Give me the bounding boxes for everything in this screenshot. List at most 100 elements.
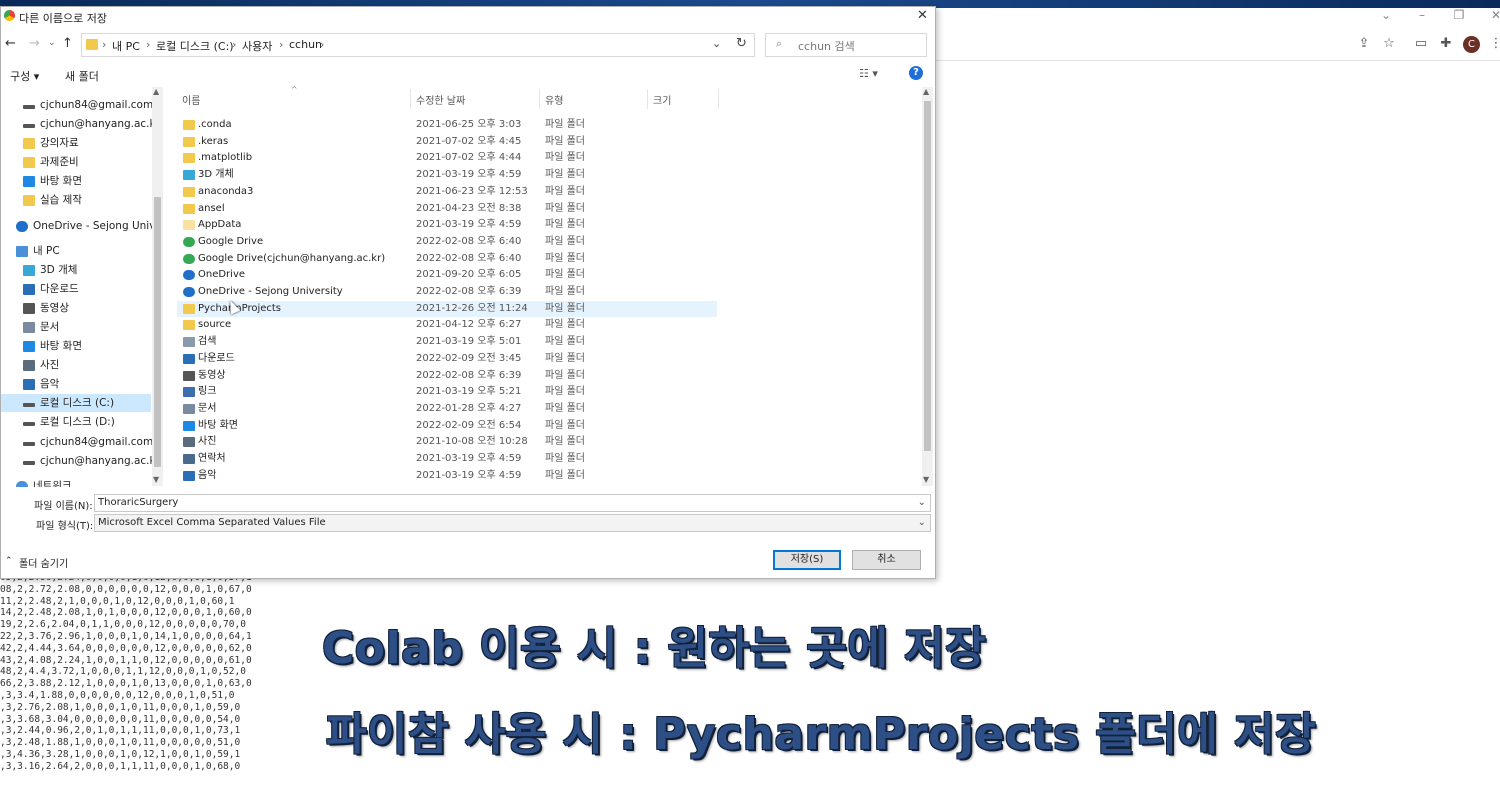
breadcrumb-segment[interactable]: cchun xyxy=(289,38,322,51)
file-row[interactable]: 다운로드 2022-02-09 오전 3:45 파일 폴더 xyxy=(177,351,717,367)
breadcrumb-segment[interactable]: 로컬 디스크 (C:) xyxy=(156,38,234,54)
nav-item[interactable]: 동영상 xyxy=(23,299,69,317)
save-button[interactable]: 저장(S) xyxy=(773,550,841,570)
new-folder-button[interactable]: 새 폴더 xyxy=(65,68,99,84)
file-row[interactable]: ansel 2021-04-23 오전 8:38 파일 폴더 xyxy=(177,201,717,217)
file-row[interactable]: .conda 2021-06-25 오후 3:03 파일 폴더 xyxy=(177,117,717,133)
file-row[interactable]: source 2021-04-12 오후 6:27 파일 폴더 xyxy=(177,317,717,333)
nav-item[interactable]: 문서 xyxy=(23,318,59,336)
file-scroll-down-icon[interactable]: ▼ xyxy=(923,475,929,484)
file-row[interactable]: anaconda3 2021-06-23 오후 12:53 파일 폴더 xyxy=(177,184,717,200)
nav-item[interactable]: 사진 xyxy=(23,356,59,374)
csv-line: ,3,2.48,1.88,1,0,0,0,1,0,11,0,0,0,0,0,51… xyxy=(0,737,241,749)
filetype-select[interactable]: Microsoft Excel Comma Separated Values F… xyxy=(94,514,931,532)
file-row[interactable]: 연락처 2021-03-19 오후 4:59 파일 폴더 xyxy=(177,451,717,467)
filename-dropdown-icon[interactable]: ⌄ xyxy=(918,495,926,511)
file-row[interactable]: OneDrive 2021-09-20 오후 6:05 파일 폴더 xyxy=(177,267,717,283)
breadcrumb-segment[interactable]: 사용자 xyxy=(242,38,272,54)
dialog-close-icon[interactable]: ✕ xyxy=(917,8,928,23)
file-row[interactable]: .matplotlib 2021-07-02 오후 4:44 파일 폴더 xyxy=(177,150,717,166)
nav-item[interactable]: cjchun84@gmail.com - G xyxy=(23,433,163,451)
nav-scrollbar[interactable]: ▲ ▼ xyxy=(152,87,163,486)
filename-input[interactable]: ThoraricSurgery ⌄ xyxy=(94,494,931,512)
browser-minimize-icon[interactable]: – xyxy=(1410,8,1434,22)
nav-item[interactable]: 음악 xyxy=(23,375,59,393)
file-row[interactable]: 바탕 화면 2022-02-09 오전 6:54 파일 폴더 xyxy=(177,418,717,434)
browser-close-icon[interactable]: ✕ xyxy=(1484,8,1500,22)
nav-item[interactable]: 과제준비 xyxy=(23,153,79,171)
nav-item-label: 로컬 디스크 (D:) xyxy=(40,416,115,428)
help-icon[interactable]: ? xyxy=(909,66,923,80)
file-list-scrollbar[interactable]: ▲ ▼ xyxy=(922,87,933,486)
address-dropdown-icon[interactable]: ⌄ xyxy=(712,37,721,50)
nav-item[interactable]: cjchun@hanyang.ac.kr - G xyxy=(23,452,163,470)
back-arrow-icon[interactable]: ← xyxy=(5,36,16,51)
organize-button[interactable]: 구성 ▾ xyxy=(10,68,39,84)
browser-restore-icon[interactable]: ❐ xyxy=(1447,8,1471,22)
cancel-button[interactable]: 취소 xyxy=(852,550,921,570)
file-row[interactable]: OneDrive - Sejong University 2022-02-08 오… xyxy=(177,284,717,300)
file-row[interactable]: 사진 2021-10-08 오전 10:28 파일 폴더 xyxy=(177,434,717,450)
nav-item[interactable]: 네트워크 xyxy=(16,477,72,487)
file-row[interactable]: 링크 2021-03-19 오후 5:21 파일 폴더 xyxy=(177,384,717,400)
nav-item[interactable]: 3D 개체 xyxy=(23,261,77,279)
file-date: 2021-12-26 오전 11:24 xyxy=(416,302,528,314)
file-row[interactable]: Google Drive 2022-02-08 오후 6:40 파일 폴더 xyxy=(177,234,717,250)
browser-tab-search-chevron-icon[interactable]: ⌄ xyxy=(1374,8,1398,22)
film-icon xyxy=(183,370,195,381)
file-row[interactable]: 동영상 2022-02-08 오후 6:39 파일 폴더 xyxy=(177,368,717,384)
view-options-icon[interactable]: ☷ ▾ xyxy=(859,67,878,80)
breadcrumb-segment[interactable]: 내 PC xyxy=(112,38,140,54)
nav-item[interactable]: 다운로드 xyxy=(23,280,79,298)
nav-scrollbar-thumb[interactable] xyxy=(154,197,161,467)
file-row[interactable]: Google Drive(cjchun@hanyang.ac.kr) 2022-0… xyxy=(177,251,717,267)
file-name: source xyxy=(198,319,232,331)
file-row[interactable]: 검색 2021-03-19 오후 5:01 파일 폴더 xyxy=(177,334,717,350)
profile-avatar[interactable]: C xyxy=(1463,36,1480,53)
file-row[interactable]: 3D 개체 2021-03-19 오후 4:59 파일 폴더 xyxy=(177,167,717,183)
file-scroll-up-icon[interactable]: ▲ xyxy=(923,87,929,96)
file-list-scrollbar-thumb[interactable] xyxy=(924,101,931,451)
nav-item[interactable]: cjchun@hanyang.ac.kr📌 xyxy=(23,115,163,133)
file-row[interactable]: PycharmProjects 2021-12-26 오전 11:24 파일 폴더 xyxy=(177,300,717,317)
address-bar[interactable]: › 내 PC › 로컬 디스크 (C:) › 사용자 › cchun › ⌄ ↻ xyxy=(81,33,755,57)
forward-arrow-icon[interactable]: → xyxy=(29,36,40,51)
nav-item[interactable]: 로컬 디스크 (C:) xyxy=(1,394,151,412)
caption-colab: Colab 이용 시 : 원하는 곳에 저장 xyxy=(322,623,987,674)
contacts-icon xyxy=(183,454,195,464)
up-arrow-icon[interactable]: ↑ xyxy=(62,36,73,51)
nav-item-label: 로컬 디스크 (C:) xyxy=(40,397,115,409)
recent-locations-chevron-icon[interactable]: ⌄ xyxy=(48,38,56,48)
nav-item[interactable]: 실습 제작 xyxy=(23,191,82,209)
nav-item[interactable]: 로컬 디스크 (D:) xyxy=(23,413,115,431)
hide-folders-chevron-icon[interactable]: ⌃ xyxy=(5,556,13,566)
column-header-modified[interactable]: 수정한 날짜 xyxy=(416,92,465,107)
csv-line: 19,2,2.6,2.04,0,1,1,0,0,0,12,0,0,0,0,0,7… xyxy=(0,619,246,631)
browser-menu-icon[interactable]: ⋮ xyxy=(1486,36,1500,51)
cast-icon[interactable]: ▭ xyxy=(1411,36,1431,51)
column-header-size[interactable]: 크기 xyxy=(653,92,671,107)
column-header-type[interactable]: 유형 xyxy=(545,92,563,107)
filetype-dropdown-icon[interactable]: ⌄ xyxy=(918,515,926,531)
nav-item[interactable]: 내 PC xyxy=(16,242,60,260)
file-row[interactable]: 문서 2022-01-28 오후 4:27 파일 폴더 xyxy=(177,401,717,417)
nav-scroll-down-icon[interactable]: ▼ xyxy=(153,475,159,484)
search-box[interactable]: ⌕ cchun 검색 xyxy=(765,33,927,57)
file-row[interactable]: 음악 2021-03-19 오후 4:59 파일 폴더 xyxy=(177,468,717,484)
file-row[interactable]: .keras 2021-07-02 오후 4:45 파일 폴더 xyxy=(177,134,717,150)
refresh-icon[interactable]: ↻ xyxy=(736,36,747,51)
hide-folders-toggle[interactable]: 폴더 숨기기 xyxy=(19,555,68,570)
document-icon xyxy=(183,403,195,414)
bookmark-star-icon[interactable]: ☆ xyxy=(1379,36,1399,51)
extensions-puzzle-icon[interactable]: ✚ xyxy=(1436,36,1456,51)
file-row[interactable]: AppData 2021-03-19 오후 4:59 파일 폴더 xyxy=(177,217,717,233)
nav-item[interactable]: OneDrive - Sejong Universit xyxy=(16,217,163,235)
share-icon[interactable]: ⇪ xyxy=(1354,36,1374,51)
nav-item[interactable]: 바탕 화면 xyxy=(23,337,82,355)
column-header-name[interactable]: 이름 xyxy=(182,92,200,107)
nav-item[interactable]: 강의자료 xyxy=(23,134,79,152)
nav-item[interactable]: cjchun84@gmail.com -📌 xyxy=(23,96,163,114)
nav-item[interactable]: 바탕 화면 xyxy=(23,172,82,190)
nav-scroll-up-icon[interactable]: ▲ xyxy=(153,87,159,96)
folder-icon xyxy=(183,203,195,214)
